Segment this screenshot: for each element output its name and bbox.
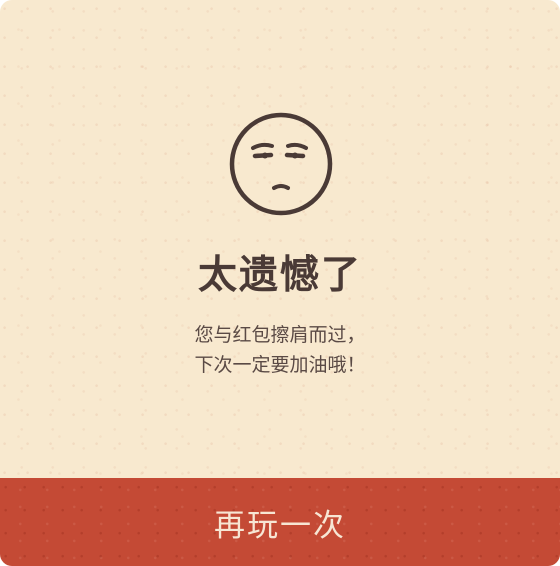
result-card: 太遗憾了 您与红包擦肩而过， 下次一定要加油哦！ 再玩一次: [0, 0, 560, 566]
message-line-2: 下次一定要加油哦！: [194, 354, 366, 376]
result-title: 太遗憾了: [197, 253, 362, 298]
disappointed-face-icon: [229, 112, 333, 216]
result-message: 您与红包擦肩而过， 下次一定要加油哦！: [0, 320, 560, 380]
play-again-button[interactable]: 再玩一次: [0, 478, 560, 566]
play-again-label: 再玩一次: [214, 507, 346, 544]
message-line-1: 您与红包擦肩而过，: [194, 324, 366, 346]
